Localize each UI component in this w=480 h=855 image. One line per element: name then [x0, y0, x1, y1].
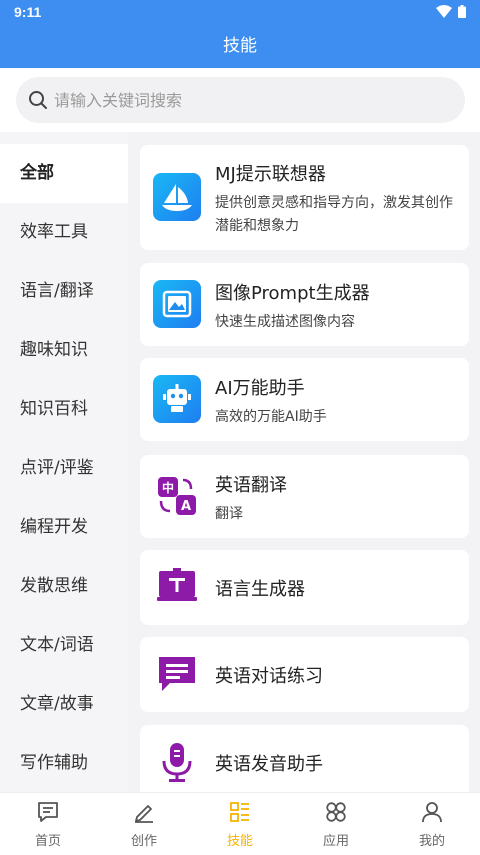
tab-label: 首页 [34, 834, 61, 849]
tab-profile[interactable]: 我的 [384, 793, 480, 855]
page-title: 技能 [0, 24, 480, 68]
sidebar-item-fun-knowledge[interactable]: 趣味知识 [0, 321, 128, 380]
status-time: 9:11 [14, 4, 42, 20]
skill-title: MJ提示联想器 [215, 164, 326, 185]
sailboat-icon [153, 173, 201, 221]
skill-desc: 提供创意灵感和指导方向，激发其创作潜能和想象力 [215, 195, 453, 234]
status-icons [436, 5, 466, 18]
tab-label: 技能 [226, 834, 253, 849]
sidebar-item-text-words[interactable]: 文本/词语 [0, 616, 128, 675]
sidebar-item-writing[interactable]: 写作辅助 [0, 734, 128, 792]
skill-card-english-translate[interactable]: 中 A 英语翻译 翻译 [140, 455, 469, 538]
skill-title: 英语翻译 [215, 475, 287, 496]
skill-card-language-generator[interactable]: 语言生成器 [140, 550, 469, 625]
category-sidebar: 全部 效率工具 语言/翻译 趣味知识 知识百科 点评/评鉴 编程开发 发散思维 … [0, 132, 128, 792]
tab-label: 我的 [418, 834, 445, 849]
search-input[interactable] [54, 77, 454, 123]
sidebar-item-programming[interactable]: 编程开发 [0, 498, 128, 557]
skill-title: 图像Prompt生成器 [215, 283, 370, 304]
skill-card-mj[interactable]: MJ提示联想器 提供创意灵感和指导方向，激发其创作潜能和想象力 [140, 145, 469, 250]
sidebar-item-articles[interactable]: 文章/故事 [0, 675, 128, 734]
image-icon [153, 280, 201, 328]
svg-text:A: A [181, 499, 191, 514]
robot-icon [153, 375, 201, 423]
sidebar-item-all[interactable]: 全部 [0, 144, 128, 203]
skill-title: 英语对话练习 [215, 666, 323, 687]
tab-home[interactable]: 首页 [0, 793, 96, 855]
skill-list: MJ提示联想器 提供创意灵感和指导方向，激发其创作潜能和想象力 图像Prompt… [128, 132, 480, 792]
bottom-tab-bar: 首页 创作 技能 应用 我的 [0, 792, 480, 855]
text-screen-icon [153, 563, 201, 611]
microphone-icon [153, 738, 201, 786]
skill-card-ai-assistant[interactable]: AI万能助手 高效的万能AI助手 [140, 358, 469, 441]
battery-icon [458, 5, 466, 18]
skill-desc: 高效的万能AI助手 [215, 409, 327, 425]
chat-icon [153, 650, 201, 698]
skill-card-pronunciation[interactable]: 英语发音助手 [140, 725, 469, 792]
translate-icon: 中 A [153, 472, 201, 520]
skill-title: 语言生成器 [215, 579, 305, 600]
user-icon [422, 802, 442, 823]
search-icon [29, 91, 47, 109]
tab-label: 应用 [322, 834, 349, 849]
tab-skills[interactable]: 技能 [192, 793, 288, 855]
wifi-icon [436, 5, 452, 18]
search-box[interactable] [16, 77, 465, 123]
sidebar-item-review[interactable]: 点评/评鉴 [0, 439, 128, 498]
sidebar-item-encyclopedia[interactable]: 知识百科 [0, 380, 128, 439]
status-bar: 9:11 [0, 0, 480, 24]
skill-title: AI万能助手 [215, 378, 305, 399]
tab-create[interactable]: 创作 [96, 793, 192, 855]
message-square-icon [38, 802, 58, 822]
sidebar-item-efficiency[interactable]: 效率工具 [0, 203, 128, 262]
skill-desc: 翻译 [215, 506, 243, 522]
clover-icon [326, 802, 346, 822]
skill-desc: 快速生成描述图像内容 [215, 314, 355, 330]
search-area [0, 68, 480, 132]
tab-apps[interactable]: 应用 [288, 793, 384, 855]
sidebar-item-divergent-thinking[interactable]: 发散思维 [0, 557, 128, 616]
pencil-icon [135, 805, 153, 823]
tab-label: 创作 [130, 834, 157, 849]
skill-card-english-dialogue[interactable]: 英语对话练习 [140, 637, 469, 712]
skill-card-image-prompt[interactable]: 图像Prompt生成器 快速生成描述图像内容 [140, 263, 469, 346]
svg-text:中: 中 [162, 480, 174, 495]
skill-title: 英语发音助手 [215, 754, 323, 775]
list-grid-icon [230, 802, 249, 822]
sidebar-item-language[interactable]: 语言/翻译 [0, 262, 128, 321]
